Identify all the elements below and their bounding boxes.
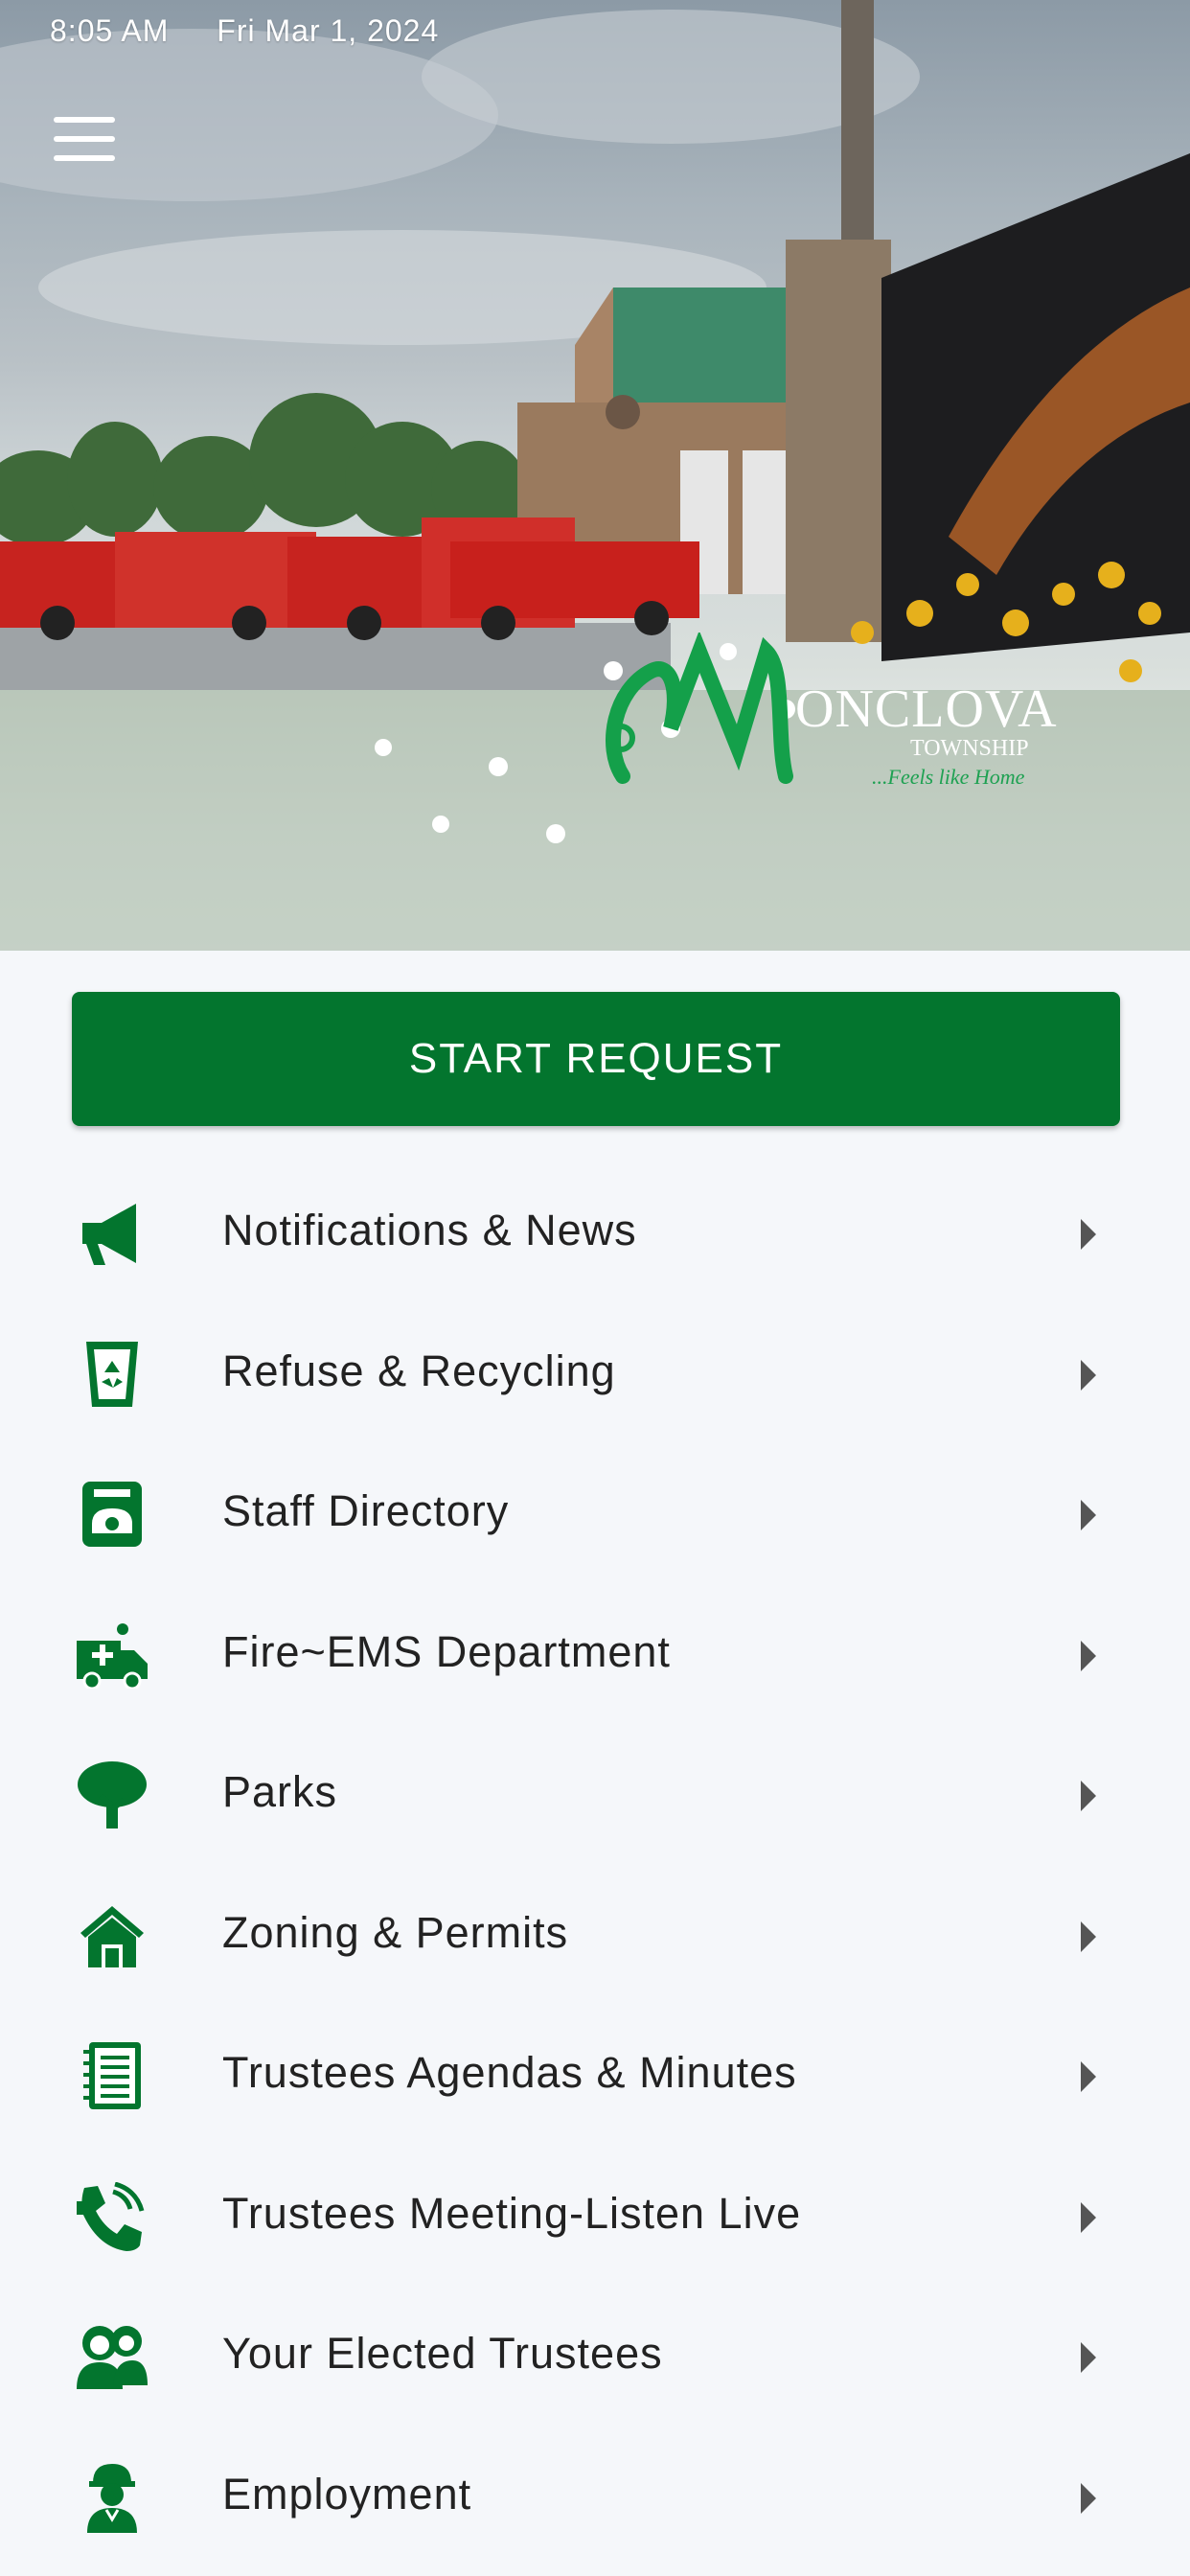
menu-item-staff-directory[interactable]: Staff Directory: [0, 1444, 1190, 1585]
chevron-right-icon: [1081, 1640, 1096, 1671]
menu-item-label: Staff Directory: [222, 1486, 510, 1535]
recycle-bin-icon: [75, 1339, 149, 1410]
logo-subtext: TOWNSHIP: [910, 736, 1029, 761]
chevron-right-icon: [1081, 1219, 1096, 1250]
start-request-button[interactable]: START REQUEST: [72, 992, 1120, 1126]
menu-item-employment[interactable]: Employment: [0, 2427, 1190, 2568]
megaphone-icon: [75, 1198, 149, 1269]
menu-item-parks[interactable]: Parks: [0, 1725, 1190, 1866]
menu-item-label: Trustees Meeting-Listen Live: [222, 2188, 802, 2238]
chevron-right-icon: [1081, 2201, 1096, 2233]
chevron-right-icon: [1081, 2342, 1096, 2373]
house-icon: [75, 1900, 149, 1971]
phone-directory-icon: [75, 1479, 149, 1550]
menu-item-label: Trustees Agendas & Minutes: [222, 2048, 797, 2097]
status-time: 8:05 AM: [50, 13, 170, 48]
menu-item-notifications[interactable]: Notifications & News: [0, 1163, 1190, 1304]
chevron-right-icon: [1081, 2061, 1096, 2092]
menu-item-label: Zoning & Permits: [222, 1907, 569, 1957]
ambulance-icon: [75, 1620, 149, 1690]
chevron-right-icon: [1081, 2482, 1096, 2514]
people-icon: [75, 2321, 149, 2392]
menu-item-listen-live[interactable]: Trustees Meeting-Listen Live: [0, 2147, 1190, 2288]
menu-item-label: Notifications & News: [222, 1206, 637, 1254]
phone-audio-icon: [75, 2181, 149, 2252]
menu-item-trustees[interactable]: Your Elected Trustees: [0, 2287, 1190, 2427]
logo-tagline: ...Feels like Home: [872, 765, 1025, 789]
menu-item-zoning[interactable]: Zoning & Permits: [0, 1866, 1190, 2007]
logo-text: ONCLOVA: [795, 679, 1058, 739]
chevron-right-icon: [1081, 1781, 1096, 1811]
tree-icon: [75, 1760, 149, 1830]
menu-item-label: Refuse & Recycling: [222, 1346, 616, 1395]
menu-item-label: Fire~EMS Department: [222, 1626, 671, 1676]
menu-item-refuse[interactable]: Refuse & Recycling: [0, 1304, 1190, 1445]
menu-list: Notifications & News Refuse & Recycling …: [0, 1163, 1190, 2567]
hamburger-menu-icon[interactable]: [54, 117, 130, 171]
hero-photo: [0, 0, 1190, 951]
chevron-right-icon: [1081, 1920, 1096, 1952]
menu-item-label: Parks: [222, 1767, 338, 1816]
menu-item-agendas[interactable]: Trustees Agendas & Minutes: [0, 2006, 1190, 2147]
status-date: Fri Mar 1, 2024: [217, 13, 440, 48]
hero-banner: 8:05 AM Fri Mar 1, 2024 ONCLOVA TOWNSHIP…: [0, 0, 1190, 951]
menu-item-label: Employment: [222, 2469, 472, 2518]
notebook-icon: [75, 2040, 149, 2111]
menu-item-fire-ems[interactable]: Fire~EMS Department: [0, 1585, 1190, 1726]
worker-icon: [75, 2462, 149, 2533]
township-logo: ONCLOVA TOWNSHIP ...Feels like Home: [594, 632, 1073, 805]
menu-item-label: Your Elected Trustees: [222, 2329, 663, 2378]
chevron-right-icon: [1081, 1359, 1096, 1391]
chevron-right-icon: [1081, 1500, 1096, 1530]
status-bar: 8:05 AM Fri Mar 1, 2024: [50, 13, 477, 49]
